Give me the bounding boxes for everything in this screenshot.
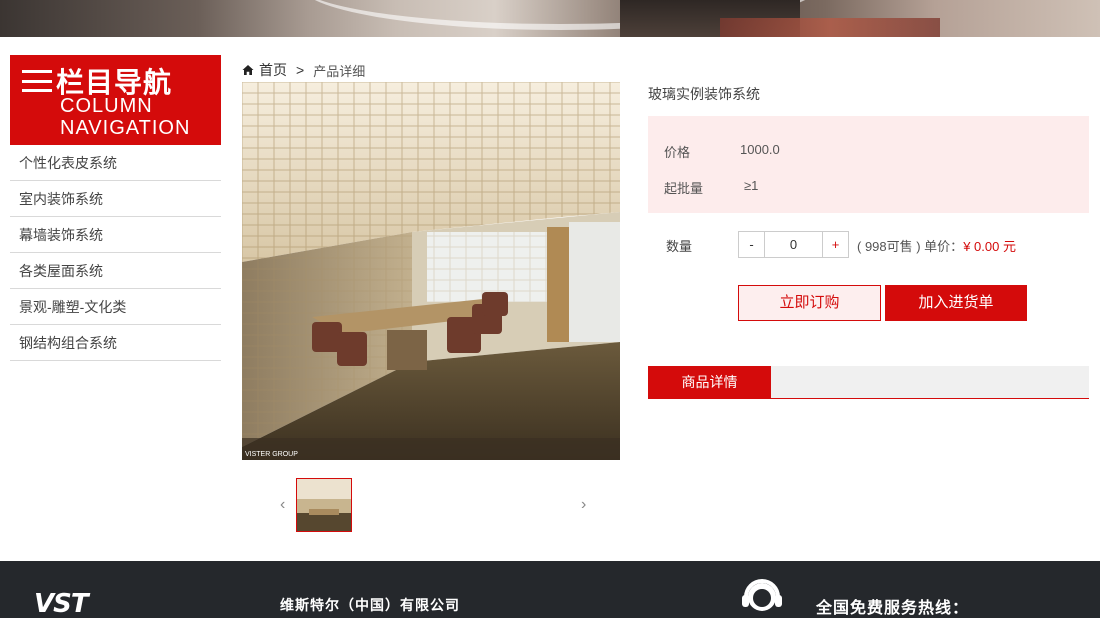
footer: VST 维斯特尔（中国）有限公司 全国免费服务热线： 400-000-0000 — [0, 561, 1100, 618]
sidebar-title-en-1: COLUMN — [60, 95, 153, 117]
sidebar-item-skin-system[interactable]: 个性化表皮系统 — [10, 145, 221, 181]
breadcrumb-separator: > — [296, 62, 305, 78]
sidebar-item-curtain-wall[interactable]: 幕墙装饰系统 — [10, 217, 221, 253]
price-box: 价格 1000.0 起批量 ≥1 — [648, 116, 1089, 213]
sidebar-item-roof[interactable]: 各类屋面系统 — [10, 253, 221, 289]
unit-price: ¥ 0.00 元 — [963, 239, 1016, 254]
buy-now-button[interactable]: 立即订购 — [738, 285, 881, 321]
detail-tabbar: 商品详情 — [648, 366, 1089, 399]
product-thumbnail[interactable] — [296, 478, 352, 532]
list-icon — [22, 70, 52, 92]
quantity-stepper: - 0 + — [738, 231, 849, 258]
sidebar-item-interior[interactable]: 室内装饰系统 — [10, 181, 221, 217]
breadcrumb: 首页 > 产品详细 — [242, 60, 365, 80]
footer-phone: 400-000-0000 — [816, 613, 1002, 618]
image-watermark-brand: VISTER GROUP — [245, 451, 298, 458]
customer-service-icon — [742, 579, 782, 611]
footer-company-name: 维斯特尔（中国）有限公司 — [280, 597, 460, 613]
add-to-cart-button[interactable]: 加入进货单 — [885, 285, 1027, 321]
sidebar-item-steel-structure[interactable]: 钢结构组合系统 — [10, 325, 221, 361]
price-value: 1000.0 — [740, 142, 780, 157]
breadcrumb-home-link[interactable]: 首页 — [259, 60, 287, 80]
sidebar-header: 栏目导航 COLUMN NAVIGATION — [10, 55, 221, 145]
stock-info: ( 998可售 ) 单价：¥ 0.00 元 — [857, 236, 1016, 255]
footer-logo: VST — [34, 589, 89, 618]
moq-label: 起批量 — [664, 181, 704, 196]
quantity-minus-button[interactable]: - — [739, 232, 765, 257]
price-label: 价格 — [664, 145, 691, 160]
quantity-input[interactable]: 0 — [765, 232, 822, 257]
sidebar-title-en-2: NAVIGATION — [60, 117, 191, 139]
moq-value: ≥1 — [744, 178, 759, 193]
product-title: 玻璃实例装饰系统 — [648, 86, 760, 102]
tab-product-details[interactable]: 商品详情 — [648, 366, 771, 399]
product-main-image[interactable]: VISTER GROUP — [242, 82, 620, 460]
quantity-label: 数量 — [666, 239, 693, 254]
breadcrumb-current: 产品详细 — [313, 63, 366, 79]
thumbnail-next-button[interactable]: › — [581, 496, 586, 514]
quantity-plus-button[interactable]: + — [822, 232, 848, 257]
thumbnail-prev-button[interactable]: ‹ — [280, 496, 285, 514]
top-banner-image — [0, 0, 1100, 37]
stock-text: ( 998可售 ) 单价： — [857, 239, 964, 254]
sidebar-nav: 个性化表皮系统 室内装饰系统 幕墙装饰系统 各类屋面系统 景观-雕塑-文化类 钢… — [10, 145, 221, 361]
home-icon — [242, 65, 254, 75]
sidebar-item-landscape[interactable]: 景观-雕塑-文化类 — [10, 289, 221, 325]
